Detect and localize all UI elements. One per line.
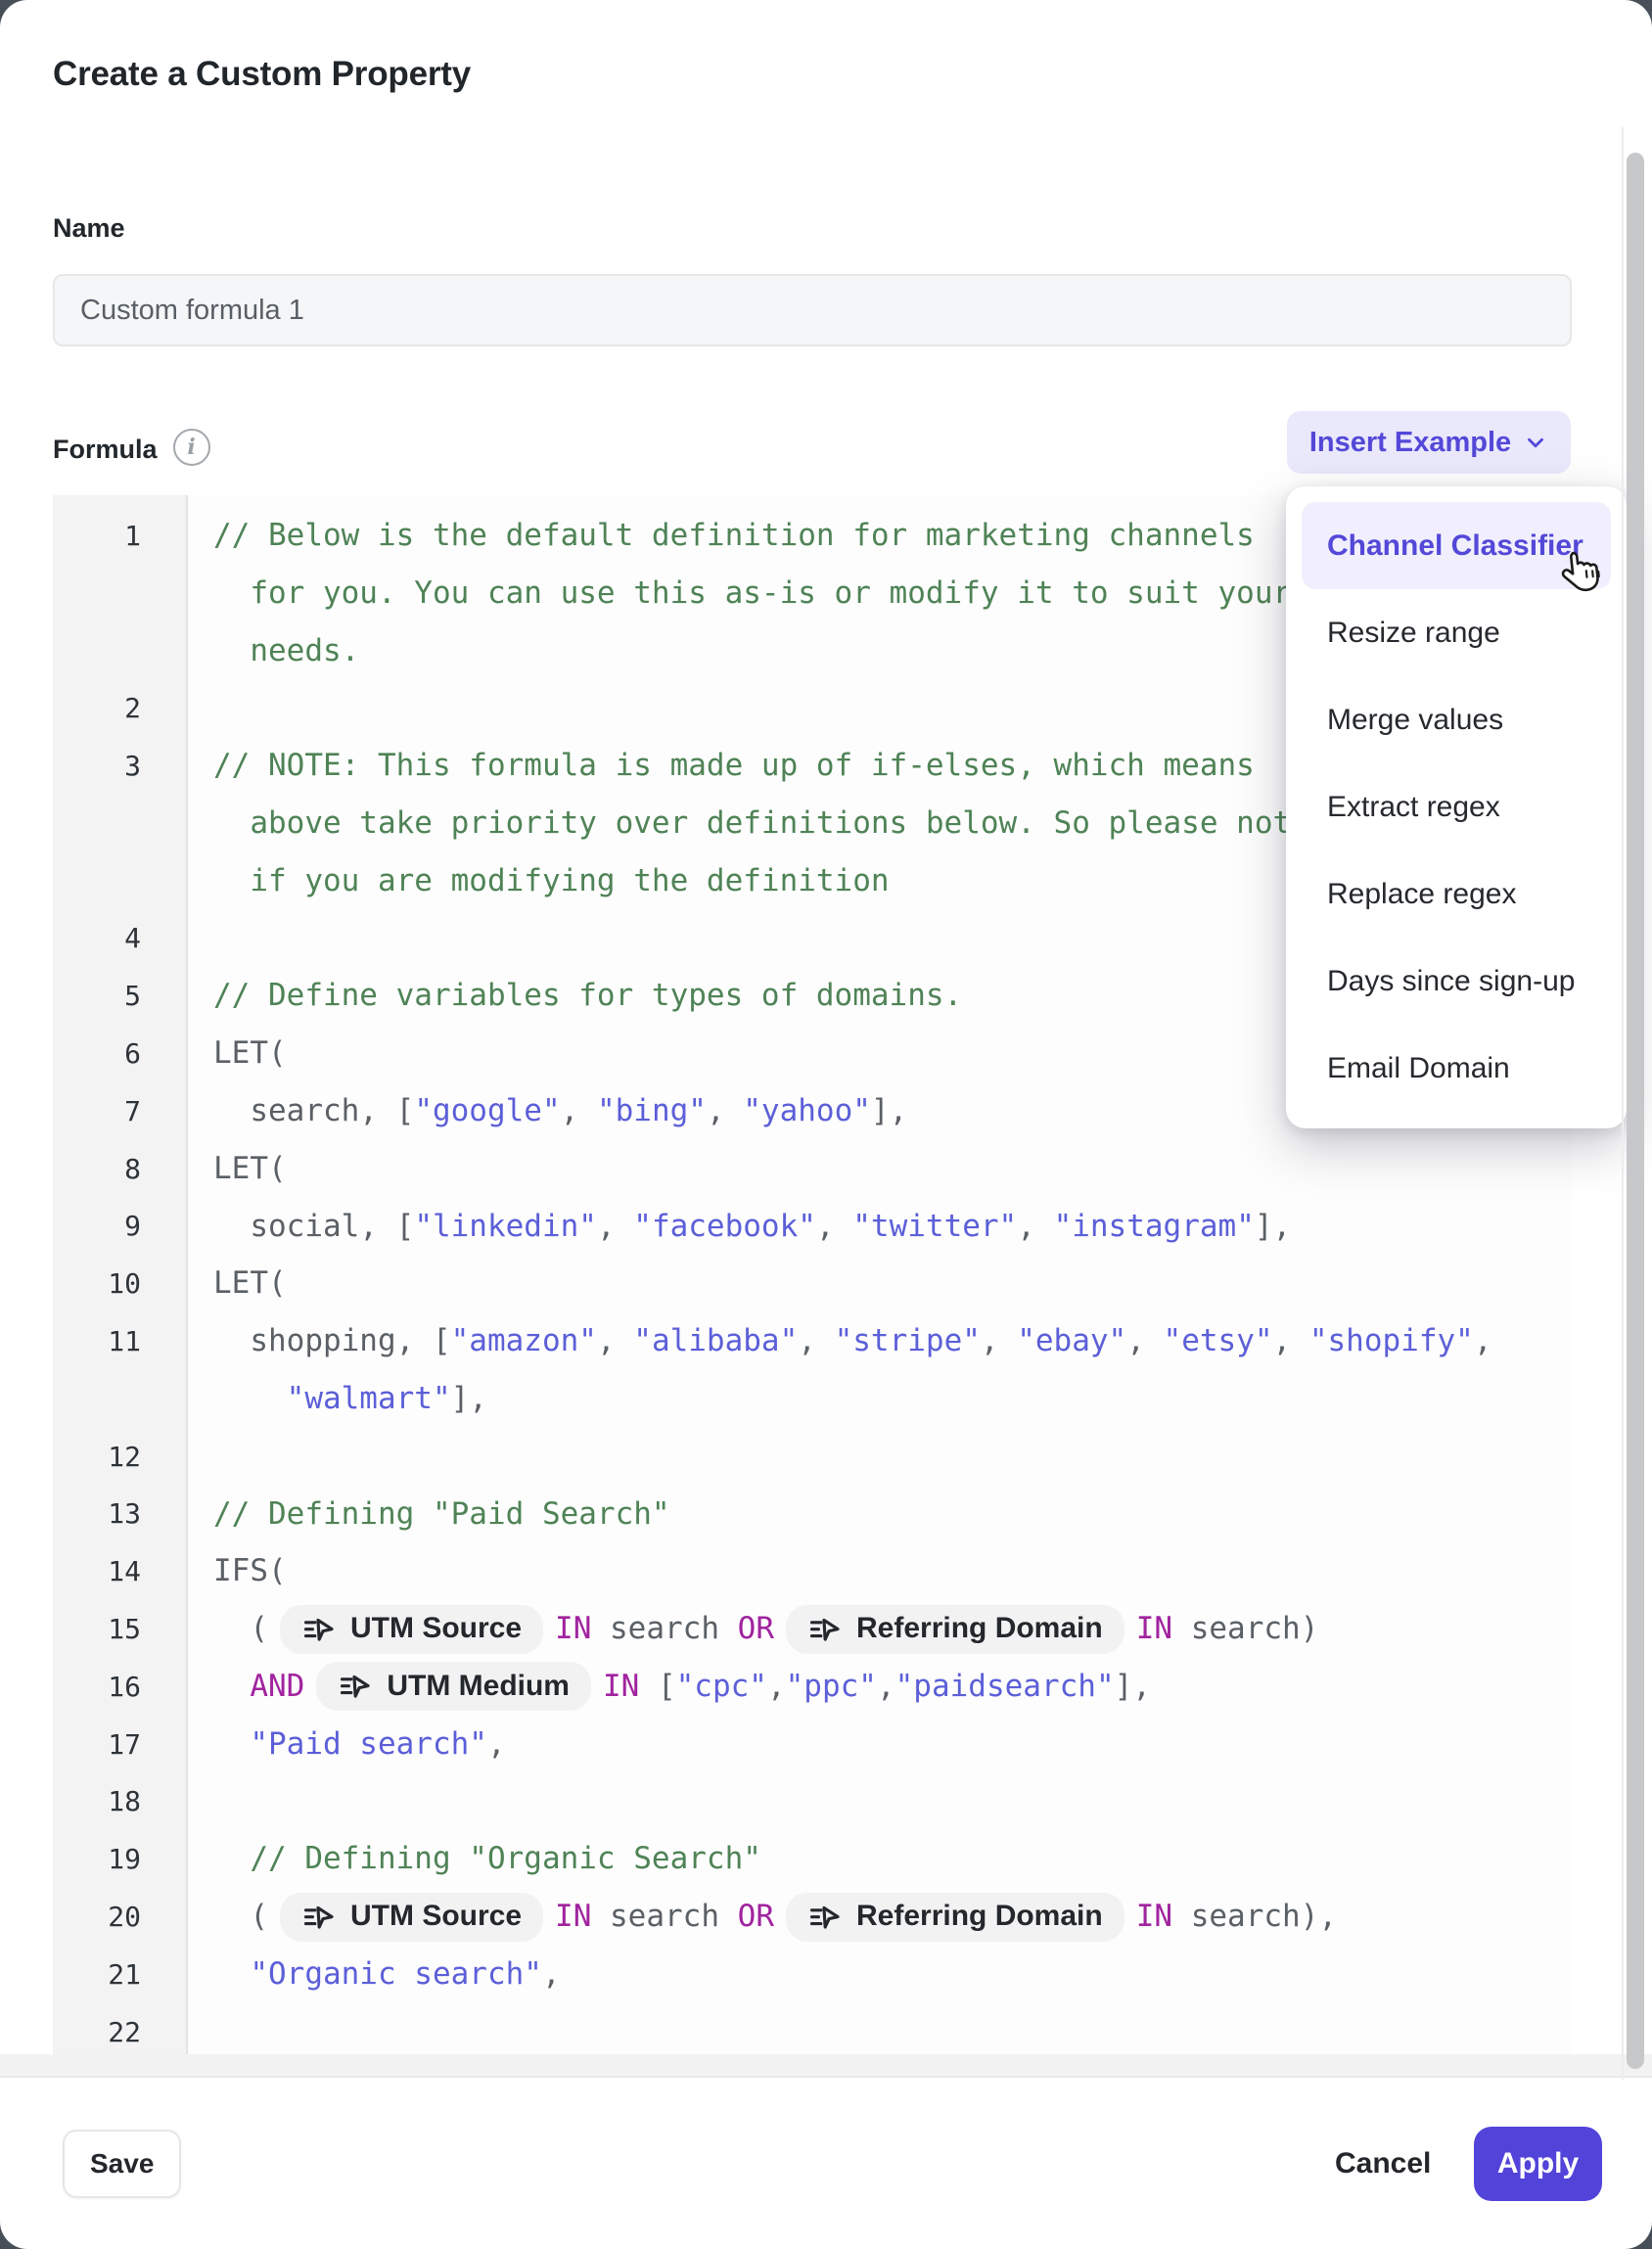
line-number: 20 (53, 1901, 186, 1933)
code-row: 10LET( (53, 1255, 1572, 1312)
code-line: // Defining "Organic Search" (186, 1830, 1572, 1888)
property-pill-label: UTM Source (350, 1888, 522, 1946)
code-line: "Paid search", (186, 1716, 1572, 1773)
insert-example-button[interactable]: Insert Example (1287, 411, 1571, 474)
info-circle-icon[interactable] (173, 429, 210, 466)
line-number: 9 (53, 1210, 186, 1242)
formula-section-header: Formula (53, 435, 210, 466)
property-pill[interactable]: UTM Medium (316, 1662, 591, 1711)
line-number: 6 (53, 1037, 186, 1070)
scrollbar-thumb[interactable] (1627, 153, 1644, 2069)
line-number: 12 (53, 1441, 186, 1473)
code-line: (UTM SourceIN search ORReferring DomainI… (186, 1600, 1572, 1658)
line-number: 22 (53, 2016, 186, 2048)
code-row: 20 (UTM SourceIN search ORReferring Doma… (53, 1888, 1572, 1946)
property-icon (301, 1612, 337, 1647)
editor-bottom-strip (0, 2054, 1652, 2078)
line-number: 14 (53, 1555, 186, 1587)
cancel-button[interactable]: Cancel (1323, 2132, 1443, 2196)
code-row: "walmart"], (53, 1370, 1572, 1428)
apply-button[interactable]: Apply (1474, 2127, 1602, 2201)
code-line: IFS( (186, 1542, 1572, 1600)
menu-item-resize-range[interactable]: Resize range (1302, 589, 1611, 676)
save-button[interactable]: Save (63, 2130, 181, 2198)
code-line: ANDUTM MediumIN ["cpc","ppc","paidsearch… (186, 1658, 1572, 1716)
line-number: 3 (53, 750, 186, 782)
line-number: 21 (53, 1958, 186, 1991)
property-icon (807, 1612, 843, 1647)
code-row: 18 (53, 1773, 1572, 1831)
name-input[interactable] (53, 274, 1572, 346)
line-number: 18 (53, 1785, 186, 1817)
line-number: 10 (53, 1267, 186, 1300)
line-number: 19 (53, 1843, 186, 1875)
code-row: 11 shopping, ["amazon", "alibaba", "stri… (53, 1312, 1572, 1370)
code-line: "walmart"], (186, 1370, 1572, 1428)
line-number: 13 (53, 1497, 186, 1530)
code-row: 21 "Organic search", (53, 1946, 1572, 2003)
code-line: LET( (186, 1140, 1572, 1198)
line-number: 15 (53, 1613, 186, 1645)
property-icon (301, 1900, 337, 1935)
line-number: 1 (53, 520, 186, 552)
property-pill[interactable]: Referring Domain (786, 1605, 1124, 1654)
code-row: 9 social, ["linkedin", "facebook", "twit… (53, 1198, 1572, 1256)
code-line: shopping, ["amazon", "alibaba", "stripe"… (186, 1312, 1572, 1370)
menu-item-replace-regex[interactable]: Replace regex (1302, 850, 1611, 938)
code-row: 13// Defining "Paid Search" (53, 1486, 1572, 1543)
line-number: 17 (53, 1728, 186, 1761)
property-icon (807, 1900, 843, 1935)
line-number: 8 (53, 1153, 186, 1185)
line-number: 11 (53, 1325, 186, 1357)
line-number: 4 (53, 922, 186, 954)
chevron-down-icon (1523, 430, 1548, 455)
create-custom-property-dialog: Create a Custom Property Name Formula In… (0, 0, 1652, 2249)
code-line: (UTM SourceIN search ORReferring DomainI… (186, 1888, 1572, 1946)
code-row: 12 (53, 1428, 1572, 1486)
property-pill-label: UTM Medium (387, 1658, 570, 1716)
property-pill[interactable]: Referring Domain (786, 1893, 1124, 1942)
code-row: 19 // Defining "Organic Search" (53, 1830, 1572, 1888)
menu-item-email-domain[interactable]: Email Domain (1302, 1025, 1611, 1112)
menu-item-extract-regex[interactable]: Extract regex (1302, 763, 1611, 850)
formula-label: Formula (53, 435, 158, 465)
property-icon (338, 1669, 373, 1704)
code-line: "Organic search", (186, 1946, 1572, 2003)
line-number: 2 (53, 692, 186, 724)
code-row: 16 ANDUTM MediumIN ["cpc","ppc","paidsea… (53, 1658, 1572, 1716)
code-row: 8LET( (53, 1140, 1572, 1198)
line-number: 7 (53, 1095, 186, 1127)
code-row: 14IFS( (53, 1542, 1572, 1600)
dialog-title: Create a Custom Property (53, 55, 471, 94)
property-pill-label: Referring Domain (856, 1888, 1103, 1946)
property-pill-label: UTM Source (350, 1600, 522, 1658)
code-line: social, ["linkedin", "facebook", "twitte… (186, 1198, 1572, 1256)
code-row: 22 (53, 2003, 1572, 2054)
insert-example-label: Insert Example (1309, 427, 1511, 459)
menu-item-merge-values[interactable]: Merge values (1302, 676, 1611, 763)
name-label: Name (53, 213, 125, 244)
scrollbar-track (1622, 127, 1624, 2080)
code-line: // Defining "Paid Search" (186, 1486, 1572, 1543)
property-pill[interactable]: UTM Source (280, 1893, 543, 1942)
menu-item-days-since-sign-up[interactable]: Days since sign-up (1302, 938, 1611, 1025)
hand-cursor-icon (1557, 546, 1609, 602)
line-number: 5 (53, 980, 186, 1012)
code-line: LET( (186, 1255, 1572, 1312)
property-pill-label: Referring Domain (856, 1600, 1103, 1658)
line-number: 16 (53, 1671, 186, 1703)
code-row: 17 "Paid search", (53, 1716, 1572, 1773)
property-pill[interactable]: UTM Source (280, 1605, 543, 1654)
code-row: 15 (UTM SourceIN search ORReferring Doma… (53, 1600, 1572, 1658)
